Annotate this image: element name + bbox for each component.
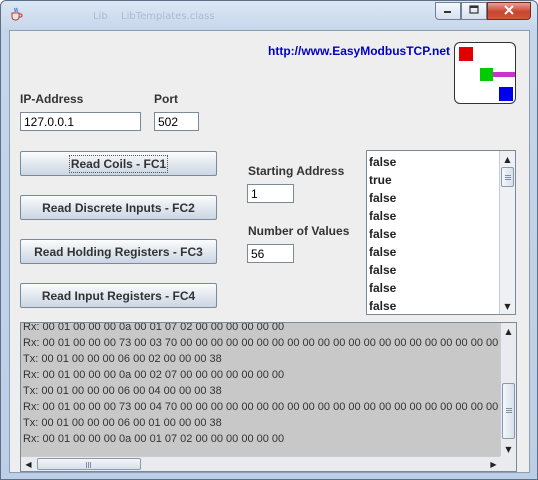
close-icon (504, 4, 514, 19)
logo-green-square (480, 68, 493, 81)
window-controls (435, 2, 531, 20)
values-list[interactable]: false true false false false false false… (366, 150, 516, 315)
log-line: Rx: 00 01 00 00 00 0a 00 02 07 00 00 00 … (23, 369, 285, 381)
number-of-values-input[interactable]: 56 (247, 244, 294, 263)
website-link[interactable]: http://www.EasyModbusTCP.net (268, 44, 450, 58)
scroll-up-arrow-icon[interactable]: ▲ (501, 323, 516, 339)
list-item[interactable]: false (368, 153, 396, 171)
scroll-up-arrow-icon[interactable]: ▲ (500, 151, 515, 167)
easymodbus-logo (454, 42, 516, 104)
list-item[interactable]: false (368, 243, 396, 261)
ip-address-input[interactable]: 127.0.0.1 (20, 112, 141, 131)
java-cup-icon (9, 7, 23, 21)
port-label: Port (154, 92, 178, 106)
title-bar[interactable]: Lib LibTemplates.class (1, 1, 537, 29)
close-button[interactable] (487, 2, 531, 20)
scroll-left-arrow-icon[interactable]: ◀ (21, 457, 36, 471)
read-holding-registers-button[interactable]: Read Holding Registers - FC3 (20, 239, 217, 264)
minimize-icon (443, 6, 453, 17)
maximize-icon (469, 5, 479, 17)
protocol-log[interactable]: Rx: 00 01 00 00 00 0a 00 01 07 02 00 00 … (20, 322, 517, 472)
read-discrete-inputs-label: Read Discrete Inputs - FC2 (42, 200, 195, 215)
values-list-items: false true false false false false false… (368, 153, 396, 314)
log-lines: Rx: 00 01 00 00 00 0a 00 01 07 02 00 00 … (23, 322, 501, 447)
log-horizontal-scrollbar[interactable]: ◀ ▶ (21, 456, 501, 471)
scroll-corner (500, 456, 516, 471)
list-item[interactable]: false (368, 279, 396, 297)
read-coils-button[interactable]: Read Coils - FC1 (20, 151, 217, 176)
list-item[interactable]: false (368, 207, 396, 225)
logo-red-square (459, 47, 473, 61)
scroll-down-arrow-icon[interactable]: ▼ (501, 441, 516, 457)
maximize-button[interactable] (461, 2, 487, 20)
log-line: Tx: 00 01 00 00 00 06 00 04 00 00 00 38 (23, 385, 222, 397)
read-input-registers-button[interactable]: Read Input Registers - FC4 (20, 283, 217, 308)
read-coils-label: Read Coils - FC1 (68, 154, 169, 173)
minimize-button[interactable] (435, 2, 461, 20)
list-item[interactable]: false (368, 261, 396, 279)
starting-address-label: Starting Address (248, 164, 345, 178)
read-holding-registers-label: Read Holding Registers - FC3 (34, 244, 203, 259)
log-line: Rx: 00 01 00 00 00 0a 00 01 07 02 00 00 … (23, 433, 285, 445)
scroll-thumb[interactable] (502, 383, 515, 439)
list-item[interactable]: false (368, 189, 396, 207)
read-discrete-inputs-button[interactable]: Read Discrete Inputs - FC2 (20, 195, 217, 220)
ip-address-label: IP-Address (20, 92, 84, 106)
log-line: Rx: 00 01 00 00 00 73 00 04 70 00 00 00 … (23, 401, 501, 413)
scroll-right-arrow-icon[interactable]: ▶ (486, 457, 501, 471)
read-input-registers-label: Read Input Registers - FC4 (41, 288, 196, 303)
log-line: Rx: 00 01 00 00 00 73 00 03 70 00 00 00 … (23, 337, 501, 349)
starting-address-input[interactable]: 1 (247, 184, 294, 203)
number-of-values-label: Number of Values (248, 224, 350, 238)
log-vertical-scrollbar[interactable]: ▲ ▼ (500, 323, 516, 457)
port-input[interactable]: 502 (154, 112, 199, 131)
log-line: Tx: 00 01 00 00 00 06 00 02 00 00 00 38 (23, 353, 222, 365)
scroll-down-arrow-icon[interactable]: ▼ (500, 298, 515, 314)
log-line: Tx: 00 01 00 00 00 06 00 01 00 00 00 38 (23, 417, 222, 429)
background-app-text: Lib (93, 11, 108, 22)
list-item[interactable]: true (368, 171, 396, 189)
logo-blue-square (499, 87, 513, 101)
scroll-thumb[interactable] (501, 167, 514, 187)
logo-magenta-bar (493, 72, 515, 77)
horizontal-scroll-thumb[interactable] (37, 458, 141, 470)
list-item[interactable]: false (368, 297, 396, 314)
log-line: Rx: 00 01 00 00 00 0a 00 01 07 02 00 00 … (23, 322, 285, 333)
list-item[interactable]: false (368, 225, 396, 243)
background-app-text: LibTemplates.class (121, 11, 215, 22)
values-list-vertical-scrollbar[interactable]: ▲ ▼ (499, 151, 515, 314)
